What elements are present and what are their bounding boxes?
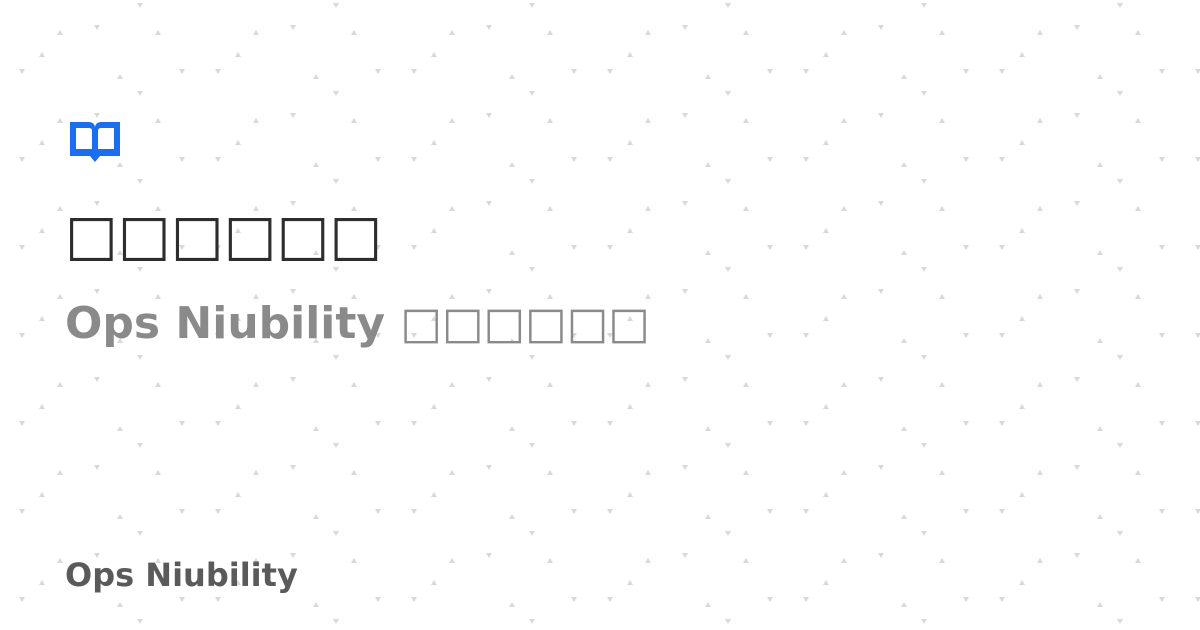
page-subtitle: Ops Niubility □□□□□□ — [65, 298, 650, 349]
site-name: Ops Niubility — [65, 556, 298, 594]
book-icon — [70, 122, 120, 162]
page-title: □□□□□□ — [65, 203, 383, 268]
